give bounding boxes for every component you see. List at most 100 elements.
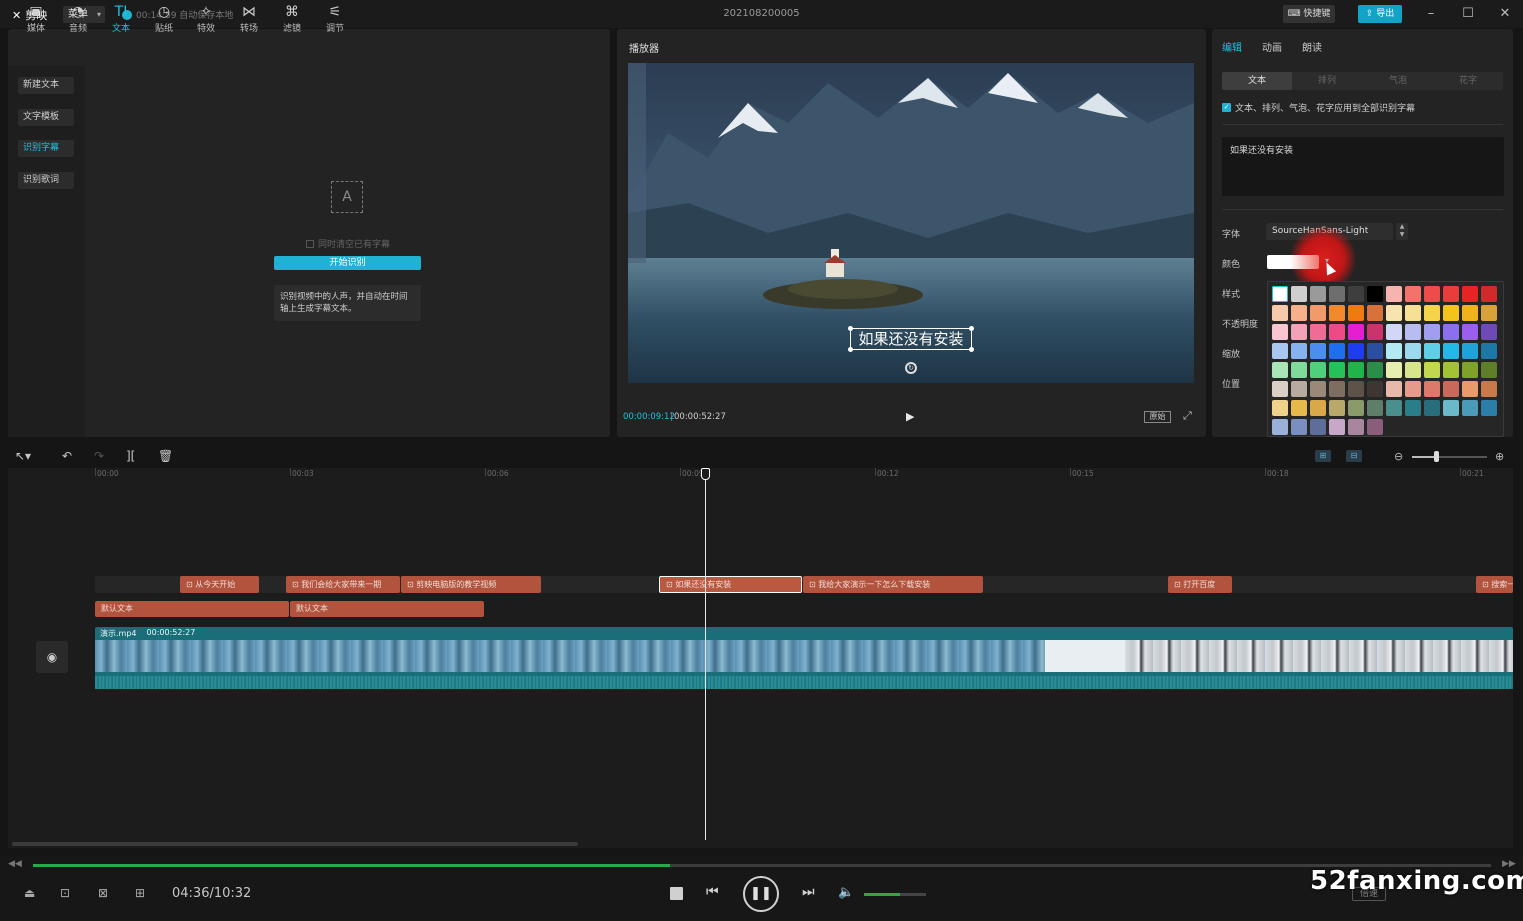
color-swatch[interactable] <box>1291 381 1307 397</box>
subtab-bubble[interactable]: 气泡 <box>1363 72 1433 90</box>
color-swatch[interactable] <box>1329 286 1345 302</box>
apply-all-checkbox[interactable]: ✓ 文本、排列、气泡、花字应用到全部识别字幕 <box>1222 101 1415 114</box>
color-swatch[interactable] <box>1272 343 1288 359</box>
split-button[interactable]: ][ <box>126 449 135 463</box>
color-swatch[interactable] <box>1405 343 1421 359</box>
color-swatch[interactable] <box>1443 400 1459 416</box>
color-swatch[interactable] <box>1405 400 1421 416</box>
color-swatch[interactable] <box>1367 400 1383 416</box>
subtab-text[interactable]: 文本 <box>1222 72 1292 90</box>
tool-transition[interactable]: ⋈ 转场 <box>230 4 268 34</box>
color-swatch[interactable] <box>1310 419 1326 435</box>
subtitle-text-box[interactable]: 如果还没有安装 <box>850 328 972 350</box>
tool-audio[interactable]: ◔ 音频 <box>59 4 97 34</box>
zoom-in-button[interactable]: ⊕ <box>1495 450 1504 463</box>
tool-filter[interactable]: ⌘ 滤镜 <box>273 4 311 34</box>
color-swatch[interactable] <box>1329 419 1345 435</box>
color-swatch[interactable] <box>1291 419 1307 435</box>
color-swatch[interactable] <box>1348 286 1364 302</box>
color-swatch[interactable] <box>1386 343 1402 359</box>
color-swatch[interactable] <box>1443 343 1459 359</box>
play-button[interactable]: ▶ <box>906 410 914 423</box>
color-swatch[interactable] <box>1424 286 1440 302</box>
color-swatch[interactable] <box>1462 400 1478 416</box>
color-swatch[interactable] <box>1348 419 1364 435</box>
subtitle-clip[interactable]: ⊡ 搜索一 <box>1476 576 1513 593</box>
text-clip[interactable]: 默认文本 <box>95 601 289 617</box>
rewind-icon[interactable]: ◀◀ <box>8 859 22 869</box>
capture-icon[interactable]: ⊞ <box>135 886 145 900</box>
color-swatch[interactable] <box>1462 343 1478 359</box>
color-swatch[interactable] <box>1481 343 1497 359</box>
color-swatch[interactable] <box>1462 286 1478 302</box>
color-swatch[interactable] <box>1348 343 1364 359</box>
color-swatch[interactable] <box>1367 381 1383 397</box>
color-swatch[interactable] <box>1348 381 1364 397</box>
sidebar-item-recognize-lyrics[interactable]: 识别歌词 <box>18 172 74 189</box>
color-swatch[interactable] <box>1272 381 1288 397</box>
subtitle-clip[interactable]: ⊡ 打开百度 <box>1168 576 1232 593</box>
color-swatch[interactable] <box>1367 343 1383 359</box>
color-swatch[interactable] <box>1367 419 1383 435</box>
color-swatch[interactable] <box>1443 362 1459 378</box>
playhead[interactable] <box>705 474 706 840</box>
color-swatch[interactable] <box>1462 362 1478 378</box>
color-swatch[interactable] <box>1424 324 1440 340</box>
tool-effects[interactable]: ✧ 特效 <box>187 4 225 34</box>
color-swatch[interactable] <box>1481 305 1497 321</box>
color-swatch[interactable] <box>1405 362 1421 378</box>
color-swatch[interactable] <box>1424 343 1440 359</box>
color-swatch[interactable] <box>1443 324 1459 340</box>
color-swatch[interactable] <box>1272 419 1288 435</box>
zoom-slider-handle[interactable] <box>1434 451 1439 462</box>
maximize-button[interactable]: ☐ <box>1457 4 1479 24</box>
sidebar-item-text-template[interactable]: 文字模板 <box>18 109 74 126</box>
text-clip[interactable]: 默认文本 <box>290 601 484 617</box>
color-swatch[interactable] <box>1310 305 1326 321</box>
tool-media[interactable]: ▣ 媒体 <box>17 4 55 34</box>
subtitle-text-input[interactable]: 如果还没有安装 <box>1222 137 1504 196</box>
color-swatch[interactable] <box>1310 381 1326 397</box>
sidebar-item-new-text[interactable]: 新建文本 <box>18 77 74 94</box>
stop-button[interactable] <box>670 887 683 900</box>
tool-sticker[interactable]: ◷ 贴纸 <box>145 4 183 34</box>
screenshot-icon[interactable]: ⊠ <box>98 886 108 900</box>
color-swatch[interactable] <box>1348 362 1364 378</box>
resize-handle[interactable] <box>969 347 974 352</box>
redo-button[interactable]: ↷ <box>94 449 104 463</box>
color-swatch[interactable] <box>1386 324 1402 340</box>
export-button[interactable]: ⇪ 导出 <box>1358 5 1402 23</box>
font-stepper[interactable]: ▲ ▼ <box>1396 223 1408 240</box>
aspect-ratio-button[interactable]: 原始 <box>1144 411 1171 423</box>
subtitle-icon[interactable]: ⊡ <box>60 886 70 900</box>
color-swatch[interactable] <box>1405 381 1421 397</box>
color-swatch[interactable] <box>1462 305 1478 321</box>
color-swatch[interactable] <box>1481 400 1497 416</box>
subtab-arrange[interactable]: 排列 <box>1292 72 1362 90</box>
timeline-scrollbar[interactable] <box>12 842 578 846</box>
color-swatch[interactable] <box>1272 286 1288 302</box>
color-swatch[interactable] <box>1310 362 1326 378</box>
previous-button[interactable]: ⏮ <box>706 884 719 900</box>
color-swatch[interactable] <box>1367 362 1383 378</box>
color-swatch[interactable] <box>1291 324 1307 340</box>
color-swatch[interactable] <box>1424 362 1440 378</box>
color-swatch[interactable] <box>1481 286 1497 302</box>
subtab-fancy-text[interactable]: 花字 <box>1433 72 1503 90</box>
subtitle-clip-selected[interactable]: ⊡ 如果还没有安装 <box>659 576 802 593</box>
color-swatch[interactable] <box>1386 400 1402 416</box>
select-tool-button[interactable]: ↖▾ <box>15 449 31 463</box>
tab-animation[interactable]: 动画 <box>1262 39 1282 54</box>
eject-icon[interactable]: ⏏ <box>24 886 35 900</box>
color-picker-button[interactable] <box>1267 255 1319 269</box>
color-swatch[interactable] <box>1462 381 1478 397</box>
color-swatch[interactable] <box>1291 286 1307 302</box>
tool-text[interactable]: TI 文本 <box>102 4 140 34</box>
color-swatch[interactable] <box>1310 343 1326 359</box>
color-swatch[interactable] <box>1424 400 1440 416</box>
clear-existing-checkbox[interactable]: 同时清空已有字幕 <box>306 237 390 250</box>
color-swatch[interactable] <box>1348 305 1364 321</box>
link-button[interactable]: ⊟ <box>1346 450 1362 462</box>
color-swatch[interactable] <box>1405 305 1421 321</box>
resize-handle[interactable] <box>848 347 853 352</box>
